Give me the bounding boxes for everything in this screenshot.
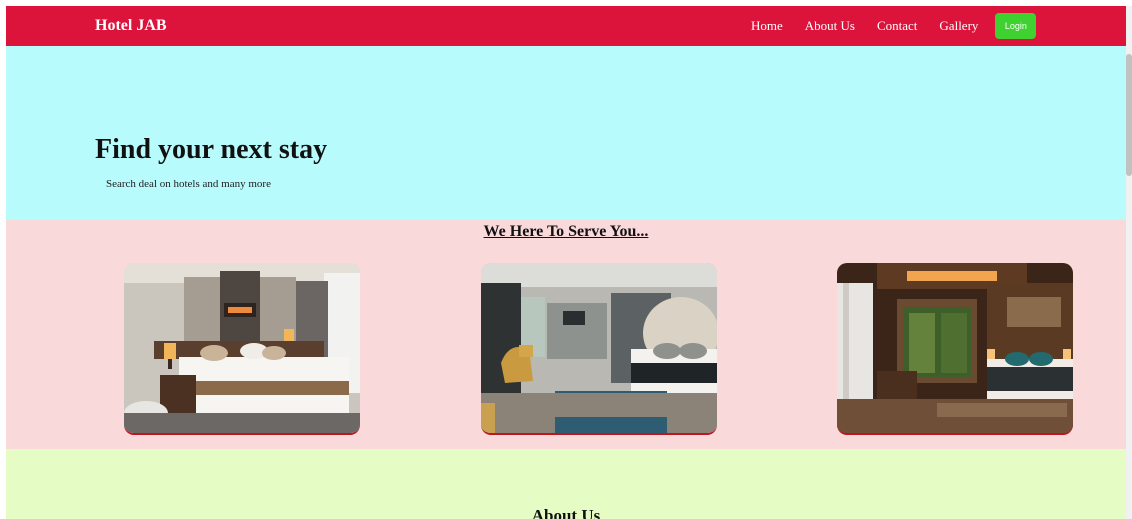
room-image-3[interactable] bbox=[837, 263, 1073, 435]
about-section: About Us bbox=[6, 449, 1126, 519]
nav-link-home[interactable]: Home bbox=[751, 18, 783, 34]
nav-link-about-us[interactable]: About Us bbox=[805, 18, 855, 34]
page-scrollbar[interactable] bbox=[1126, 6, 1132, 519]
login-button[interactable]: Login bbox=[995, 13, 1037, 39]
nav-link-contact[interactable]: Contact bbox=[877, 18, 917, 34]
hotel-room-photo-icon bbox=[481, 263, 717, 433]
hero-section: Find your next stay Search deal on hotel… bbox=[6, 46, 1126, 220]
hotel-room-photo-icon bbox=[837, 263, 1073, 433]
about-heading: About Us bbox=[531, 506, 601, 519]
brand-logo-text[interactable]: Hotel JAB bbox=[95, 16, 167, 36]
hero-title: Find your next stay bbox=[95, 134, 328, 165]
room-image-2[interactable] bbox=[481, 263, 717, 435]
scrollbar-thumb[interactable] bbox=[1126, 54, 1132, 176]
nav-link-gallery[interactable]: Gallery bbox=[939, 18, 978, 34]
hero-subtitle: Search deal on hotels and many more bbox=[106, 178, 271, 190]
navbar: Hotel JAB Home About Us Contact Gallery … bbox=[6, 6, 1126, 46]
nav-links: Home About Us Contact Gallery Login bbox=[751, 6, 1037, 46]
services-heading: We Here To Serve You... bbox=[483, 223, 649, 240]
room-image-1[interactable] bbox=[124, 263, 360, 435]
page: Hotel JAB Home About Us Contact Gallery … bbox=[0, 0, 1132, 519]
hotel-room-photo-icon bbox=[124, 263, 360, 433]
services-section: We Here To Serve You... bbox=[6, 220, 1126, 449]
